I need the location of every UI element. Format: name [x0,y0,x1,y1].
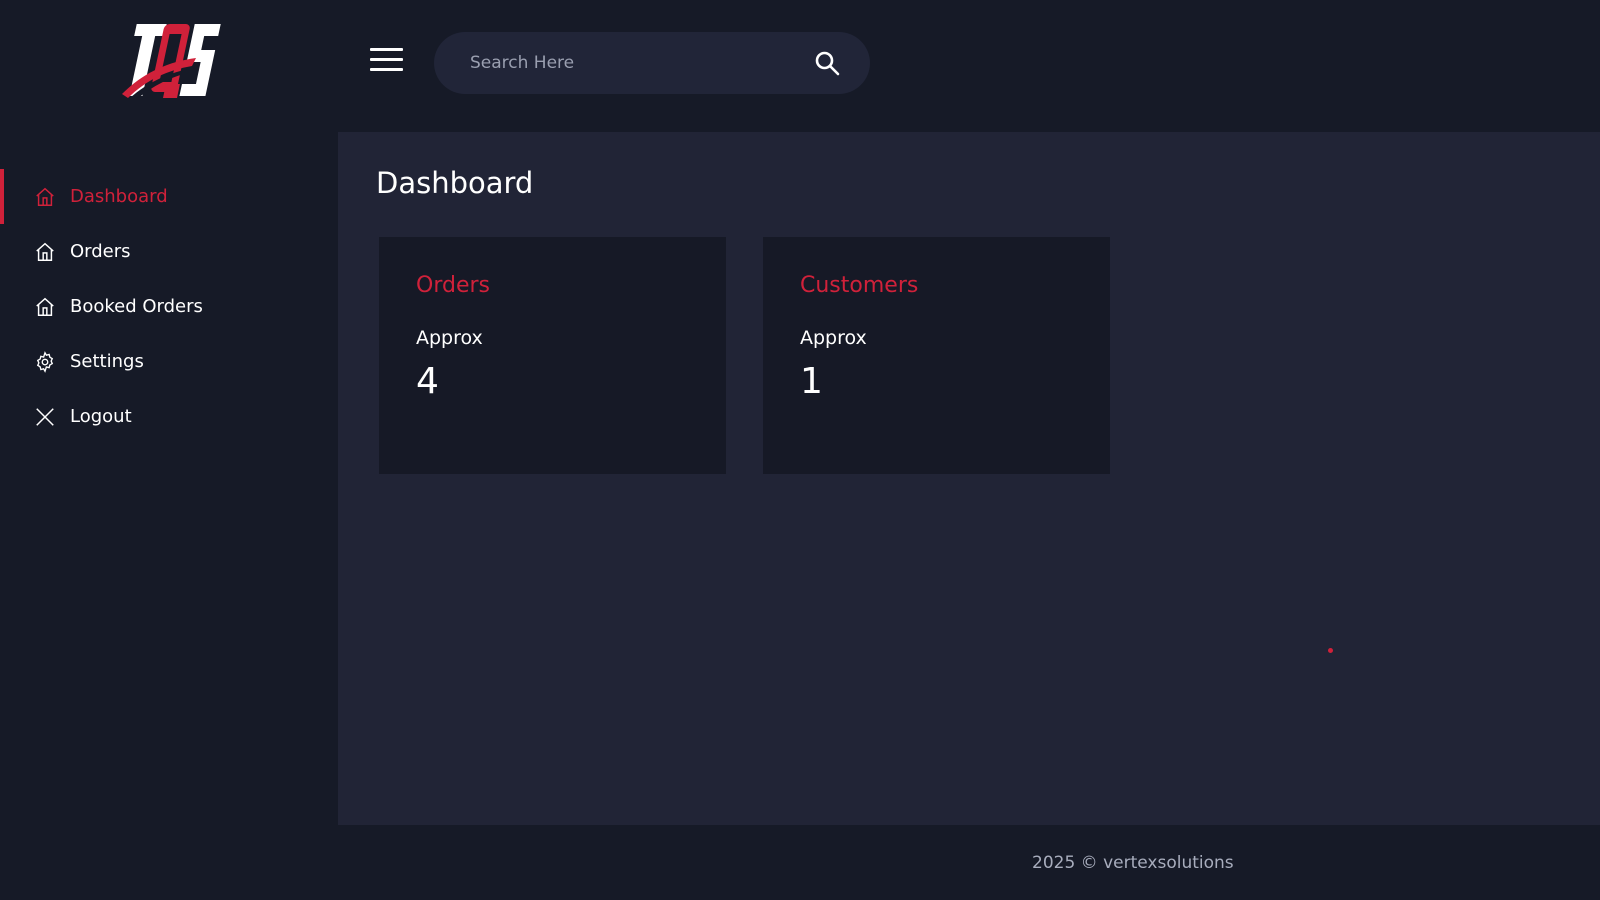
main-content: Dashboard Orders Approx 4 Customers Appr… [338,132,1600,825]
search-icon[interactable] [814,50,840,76]
brand-logo[interactable] [118,18,222,106]
search-bar [434,32,870,94]
tqs-logo-icon [122,24,221,100]
page-title: Dashboard [376,166,534,200]
sidebar-item-booked-orders[interactable]: Booked Orders [0,279,338,334]
sidebar-item-label: Dashboard [70,186,168,207]
sidebar-item-label: Logout [70,406,132,427]
sidebar-item-label: Booked Orders [70,296,203,317]
sidebar-item-settings[interactable]: Settings [0,334,338,389]
search-input[interactable] [470,48,800,78]
sidebar-item-label: Orders [70,241,131,262]
customers-card[interactable]: Customers Approx 1 [763,237,1110,474]
sidebar-item-label: Settings [70,351,144,372]
card-title: Orders [416,273,490,298]
card-label: Approx [416,327,483,349]
card-label: Approx [800,327,867,349]
app-root: Dashboard Orders Booked Orders Settings … [0,0,1600,900]
sidebar-item-dashboard[interactable]: Dashboard [0,169,338,224]
sidebar-item-orders[interactable]: Orders [0,224,338,279]
gear-icon [34,350,56,373]
cursor-dot [1328,648,1333,653]
sidebar-nav: Dashboard Orders Booked Orders Settings … [0,169,338,444]
menu-toggle-button[interactable] [370,48,404,74]
hamburger-icon [370,48,403,51]
home-icon [34,186,56,208]
sidebar: Dashboard Orders Booked Orders Settings … [0,0,338,900]
home-icon [34,241,56,263]
footer: 2025 © vertexsolutions [338,825,1600,900]
card-value: 4 [416,361,439,402]
orders-card[interactable]: Orders Approx 4 [379,237,726,474]
close-icon [34,406,56,428]
card-value: 1 [800,361,823,402]
sidebar-item-logout[interactable]: Logout [0,389,338,444]
footer-copyright: 2025 © vertexsolutions [1032,853,1234,873]
top-header [338,0,1600,132]
card-title: Customers [800,273,919,298]
home-icon [34,296,56,318]
